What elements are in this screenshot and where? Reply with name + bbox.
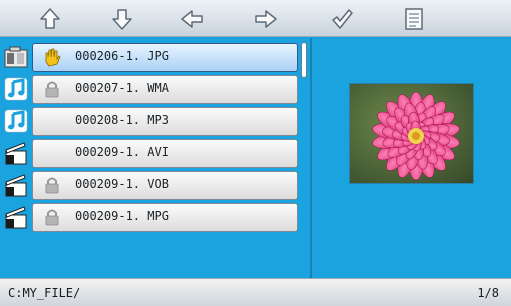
lock-icon <box>43 176 61 195</box>
pane-divider <box>310 38 312 278</box>
music-icon <box>4 77 28 101</box>
file-browser-screen: 000206-1. JPG 000207-1. WMA 000208-1. MP… <box>0 0 511 306</box>
file-list: 000206-1. JPG 000207-1. WMA 000208-1. MP… <box>0 38 310 278</box>
list-item[interactable]: 000209-1. VOB <box>0 170 305 201</box>
clapperboard-icon <box>4 141 28 165</box>
list-item[interactable]: 000208-1. MP3 <box>0 106 305 137</box>
file-name: 000209-1. MPG <box>75 209 169 223</box>
file-name: 000208-1. MP3 <box>75 113 169 127</box>
list-view-button[interactable] <box>398 5 430 33</box>
list-item[interactable]: 000209-1. AVI <box>0 138 305 169</box>
list-item[interactable]: 000209-1. MPG <box>0 202 305 233</box>
hand-icon <box>43 48 61 67</box>
checkmark-icon <box>332 9 353 29</box>
scrollbar[interactable] <box>301 42 309 270</box>
list-item[interactable]: 000207-1. WMA <box>0 74 305 105</box>
file-name: 000206-1. JPG <box>75 49 169 63</box>
flower-thumbnail <box>350 84 473 183</box>
clapperboard-icon <box>4 205 28 229</box>
move-right-button[interactable] <box>250 5 282 33</box>
list-icon <box>405 8 423 30</box>
file-name: 000209-1. VOB <box>75 177 169 191</box>
file-button[interactable]: 000209-1. MPG <box>32 203 298 232</box>
list-item[interactable]: 000206-1. JPG <box>0 42 305 73</box>
file-button[interactable]: 000209-1. VOB <box>32 171 298 200</box>
image-preview <box>349 83 474 184</box>
arrow-down-icon <box>112 9 132 30</box>
file-button[interactable]: 000208-1. MP3 <box>32 107 298 136</box>
arrow-right-icon <box>255 10 277 28</box>
file-button[interactable]: 000207-1. WMA <box>32 75 298 104</box>
file-name: 000209-1. AVI <box>75 145 169 159</box>
move-up-button[interactable] <box>34 5 66 33</box>
arrow-up-icon <box>40 8 60 29</box>
scroll-thumb[interactable] <box>301 42 307 78</box>
clapperboard-icon <box>4 173 28 197</box>
status-bar: C:MY_FILE/ 1/8 <box>0 278 511 306</box>
file-button[interactable]: 000206-1. JPG <box>32 43 298 72</box>
file-name: 000207-1. WMA <box>75 81 169 95</box>
photo-icon <box>4 45 28 69</box>
lock-icon <box>43 208 61 227</box>
move-left-button[interactable] <box>176 5 208 33</box>
page-indicator: 1/8 <box>477 286 499 300</box>
toolbar <box>0 0 511 37</box>
lock-icon <box>43 80 61 99</box>
move-down-button[interactable] <box>106 5 138 33</box>
arrow-left-icon <box>181 10 203 28</box>
current-path: C:MY_FILE/ <box>8 286 81 300</box>
file-button[interactable]: 000209-1. AVI <box>32 139 298 168</box>
confirm-button[interactable] <box>326 5 358 33</box>
music-icon <box>4 109 28 133</box>
